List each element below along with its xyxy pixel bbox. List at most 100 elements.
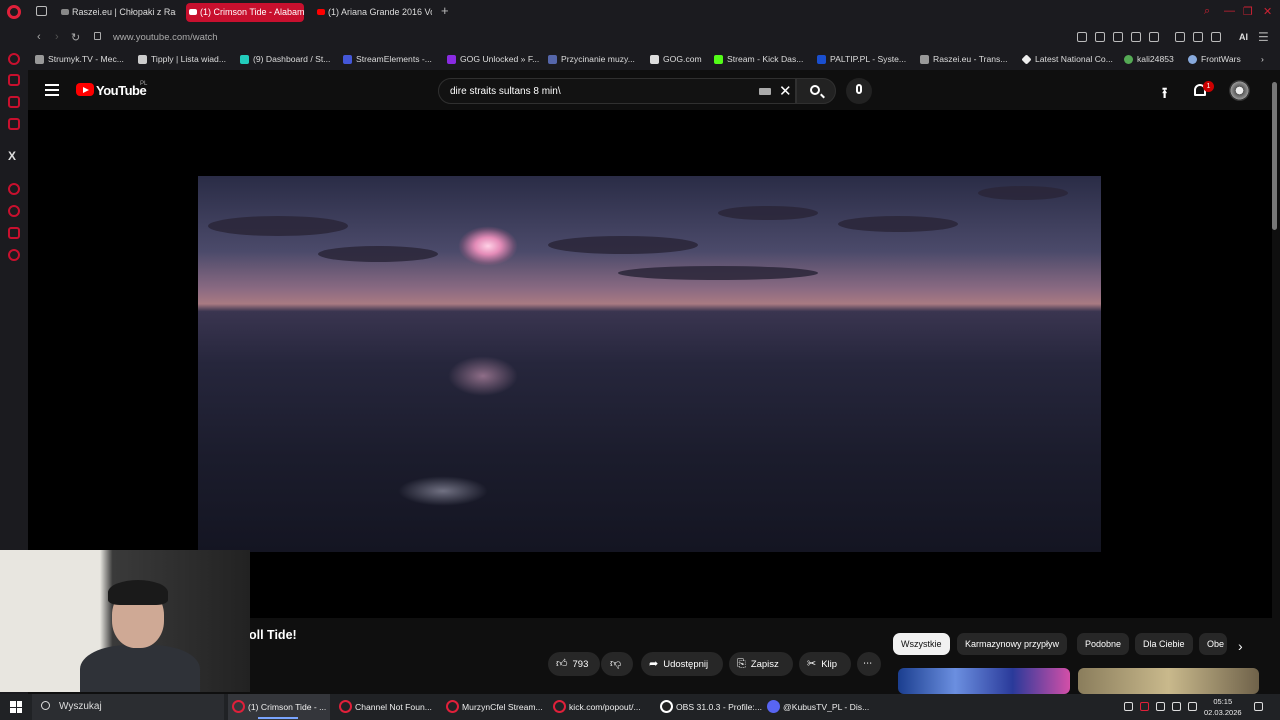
tray-app-icon[interactable] [1124,702,1133,711]
opera-icon [232,700,245,713]
bookmark-item[interactable]: (9) Dashboard / St... [240,54,330,64]
settings-sidebar-icon[interactable] [8,249,20,261]
chip-related[interactable]: Podobne [1077,633,1130,655]
save-label: Zapisz [750,659,779,670]
share-button[interactable]: ➦ Udostępnij [641,652,723,676]
clock-sidebar-icon[interactable] [8,205,20,217]
send-icon[interactable] [1131,32,1141,42]
maximize-icon[interactable]: ❐ [1243,5,1253,18]
bookmarks-overflow-icon[interactable]: › [1261,54,1264,64]
x-twitter-icon[interactable]: X [8,149,16,163]
social-sidebar-icon[interactable] [8,74,20,86]
url-field[interactable]: www.youtube.com/watch [113,32,218,43]
hamburger-menu-icon[interactable] [45,84,59,96]
volume-icon[interactable] [1156,702,1165,711]
tab-label: (1) Crimson Tide - Alabam [200,7,304,17]
menu-icon[interactable]: ☰ [1258,30,1269,44]
clip-button[interactable]: ✂ Klip [799,652,851,676]
aria-sidebar-icon[interactable] [8,53,20,65]
tray-app-icon[interactable] [1140,702,1149,711]
avatar[interactable] [1229,80,1250,101]
opera-logo-icon[interactable] [7,5,21,19]
video-frame[interactable] [198,176,1101,552]
like-button[interactable]: 👍︎ 793 [548,652,600,676]
forward-icon[interactable]: › [55,31,59,43]
bookmark-item[interactable]: PALTIP.PL - Syste... [817,54,906,64]
reload-icon[interactable]: ↻ [71,31,80,44]
extensions-icon[interactable] [1175,32,1185,42]
recommended-thumbnail[interactable] [898,668,1070,694]
more-actions-button[interactable]: ⋯ [857,652,881,676]
dislike-button[interactable]: 👎︎ [601,652,633,676]
keyboard-icon[interactable] [759,88,771,95]
bookmark-item[interactable]: Stream - Kick Das... [714,54,803,64]
player-sidebar-icon[interactable] [8,118,20,130]
bookmark-item[interactable]: GOG Unlocked » F... [447,54,539,64]
close-window-icon[interactable]: ✕ [1263,5,1272,18]
taskbar-search-input[interactable]: Wyszukaj [32,694,224,720]
clock-date: 02.03.2026 [1204,708,1242,717]
share-label: Udostępnij [663,659,709,670]
chevron-right-icon[interactable]: › [1238,638,1243,654]
tab-raszei[interactable]: Raszei.eu | Chłopaki z Ras [58,3,176,22]
profile-icon[interactable] [1193,32,1203,42]
bookmark-item[interactable]: kali24853 [1124,54,1174,64]
recommended-thumbnail[interactable] [1078,668,1259,694]
region-label: PL [140,81,148,87]
chip-partial[interactable]: Obe [1199,633,1227,655]
taskbar-clock[interactable]: 05:15 02.03.2026 [1204,696,1242,718]
bookmark-item[interactable]: Strumyk.TV - Mec... [35,54,124,64]
bookmark-item[interactable]: Raszei.eu - Trans... [920,54,1008,64]
taskbar-app[interactable]: @KubusTV_PL - Dis... [763,694,869,720]
video-player[interactable] [28,110,1272,618]
taskbar-app[interactable]: (1) Crimson Tide - ... [228,694,330,720]
bookmark-item[interactable]: StreamElements -... [343,54,432,64]
taskbar-app[interactable]: Channel Not Foun... [335,694,437,720]
messenger-sidebar-icon[interactable] [8,96,20,108]
notification-center-icon[interactable] [1254,702,1263,711]
thumbs-up-icon: 👍︎ [556,658,568,670]
bookmark-icon[interactable] [1077,32,1087,42]
back-icon[interactable]: ‹ [37,31,41,43]
chip-all[interactable]: Wszystkie [893,633,950,655]
heart-icon[interactable] [1149,32,1159,42]
extensions-sidebar-icon[interactable] [8,227,20,239]
search-input[interactable]: dire straits sultans 8 min\ ✕ [438,78,796,104]
search-tabs-icon[interactable]: ⌕ [1204,5,1210,18]
taskbar-app[interactable]: kick.com/popout/... [549,694,651,720]
snapshot-icon[interactable] [1095,32,1105,42]
tab-crimson-tide[interactable]: (1) Crimson Tide - Alabam [186,3,304,22]
tab-favicon-icon [61,9,69,15]
bookmark-item[interactable]: Tipply | Lista wiad... [138,54,226,64]
minimize-icon[interactable]: — [1224,5,1235,17]
microphone-tray-icon[interactable] [1188,702,1197,711]
new-tab-button[interactable]: + [441,3,449,18]
search-button[interactable] [796,78,836,104]
taskbar-app[interactable]: MurzynCfel Stream... [442,694,544,720]
search-icon [810,85,820,95]
taskbar-app[interactable]: OBS 31.0.3 - Profile:... [656,694,762,720]
youtube-logo-icon[interactable] [76,83,94,96]
downloads-icon[interactable] [1211,32,1221,42]
water-glint [398,476,488,506]
tab-ariana-grande[interactable]: (1) Ariana Grande 2016 Vo [314,3,432,22]
network-icon[interactable] [1172,702,1181,711]
aria-ai-button[interactable]: AI [1239,32,1248,42]
workspaces-icon[interactable] [36,6,47,16]
clear-search-icon[interactable]: ✕ [779,82,792,100]
windows-start-icon[interactable] [10,701,22,713]
upload-icon[interactable]: ⭱ [1162,83,1167,108]
bookmark-item[interactable]: Przycinanie muzy... [548,54,635,64]
vpn-shield-icon[interactable] [1113,32,1123,42]
chip-crimson-tide[interactable]: Karmazynowy przypływ [957,633,1068,655]
lock-icon [94,32,101,40]
save-button[interactable]: ⎘ Zapisz [729,652,793,676]
voice-search-button[interactable] [846,78,872,104]
scrollbar-thumb[interactable] [1272,82,1277,230]
history-sidebar-icon[interactable] [8,183,20,195]
chip-for-you[interactable]: Dla Ciebie [1135,633,1193,655]
youtube-logo-text[interactable]: YouTube [96,83,147,98]
bookmark-item[interactable]: GOG.com [650,54,702,64]
bookmark-item[interactable]: Latest National Co... [1021,54,1113,65]
bookmark-item[interactable]: FrontWars [1188,54,1241,64]
